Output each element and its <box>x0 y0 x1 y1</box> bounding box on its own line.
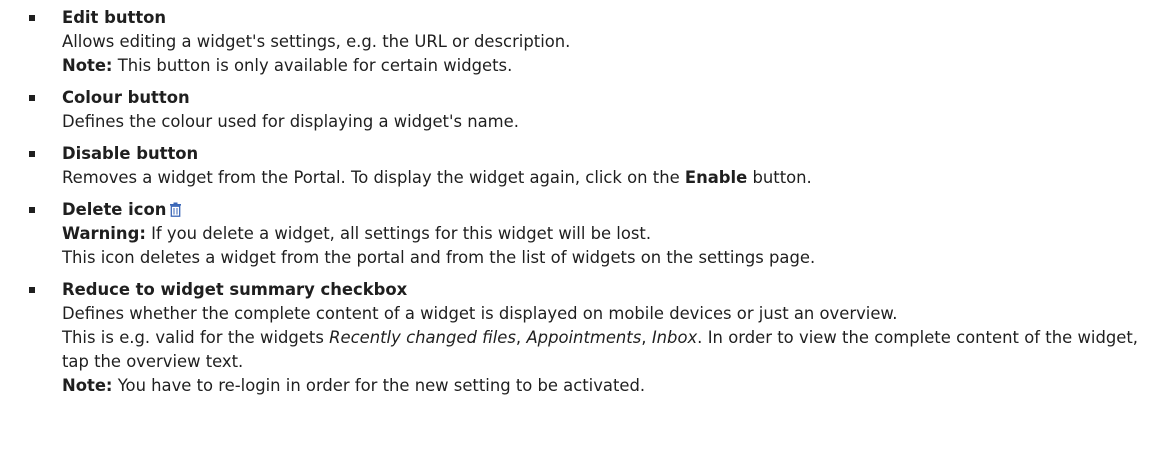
item-description: Defines whether the complete content of … <box>62 304 898 323</box>
item-description-examples: This is e.g. valid for the widgets Recen… <box>62 326 1138 374</box>
bullet-marker <box>29 207 35 213</box>
list-item-edit-button: Edit button Allows editing a widget's se… <box>0 6 1156 78</box>
item-title: Reduce to widget summary checkbox <box>62 280 408 299</box>
bullet-marker <box>29 287 35 293</box>
list-item-disable-button: Disable button Removes a widget from the… <box>0 142 1156 190</box>
item-title: Edit button <box>62 8 167 27</box>
note-label: Note: <box>62 376 113 395</box>
feature-list: Edit button Allows editing a widget's se… <box>0 6 1156 406</box>
item-title: Delete icon <box>62 200 167 219</box>
item-note: Note: This button is only available for … <box>62 54 1138 78</box>
item-title: Disable button <box>62 144 199 163</box>
bullet-marker <box>29 95 35 101</box>
bullet-marker <box>29 151 35 157</box>
desc-prefix: Removes a widget from the Portal. To dis… <box>62 168 685 187</box>
widget-name: Appointments <box>526 328 642 347</box>
item-description: This icon deletes a widget from the port… <box>62 248 816 267</box>
item-description: Defines the colour used for displaying a… <box>62 112 519 131</box>
note-label: Note: <box>62 56 113 75</box>
note-text: This button is only available for certai… <box>112 56 513 75</box>
bullet-marker <box>29 15 35 21</box>
item-title-row: Delete icon <box>62 198 1138 222</box>
enable-label: Enable <box>684 168 748 187</box>
trash-icon <box>170 202 182 217</box>
list-item-colour-button: Colour button Defines the colour used fo… <box>0 86 1156 134</box>
warning-label: Warning: <box>62 224 146 243</box>
item-title: Colour button <box>62 88 190 107</box>
separator: , <box>641 328 652 347</box>
desc-suffix: button. <box>747 168 812 187</box>
item-note: Note: You have to re-login in order for … <box>62 374 1138 398</box>
item-description: Allows editing a widget's settings, e.g.… <box>62 32 571 51</box>
warning-text: If you delete a widget, all settings for… <box>145 224 652 243</box>
list-item-delete-icon: Delete icon Warning: If you delete a wid… <box>0 198 1156 270</box>
separator: , <box>515 328 527 347</box>
list-item-reduce-checkbox: Reduce to widget summary checkbox Define… <box>0 278 1156 398</box>
desc-p2-prefix: This is e.g. valid for the widgets <box>62 328 330 347</box>
note-text: You have to re-login in order for the ne… <box>112 376 646 395</box>
widget-name: Recently changed files <box>329 328 516 347</box>
item-warning: Warning: If you delete a widget, all set… <box>62 222 1138 246</box>
item-description: Removes a widget from the Portal. To dis… <box>62 166 1138 190</box>
widget-name: Inbox <box>651 328 698 347</box>
